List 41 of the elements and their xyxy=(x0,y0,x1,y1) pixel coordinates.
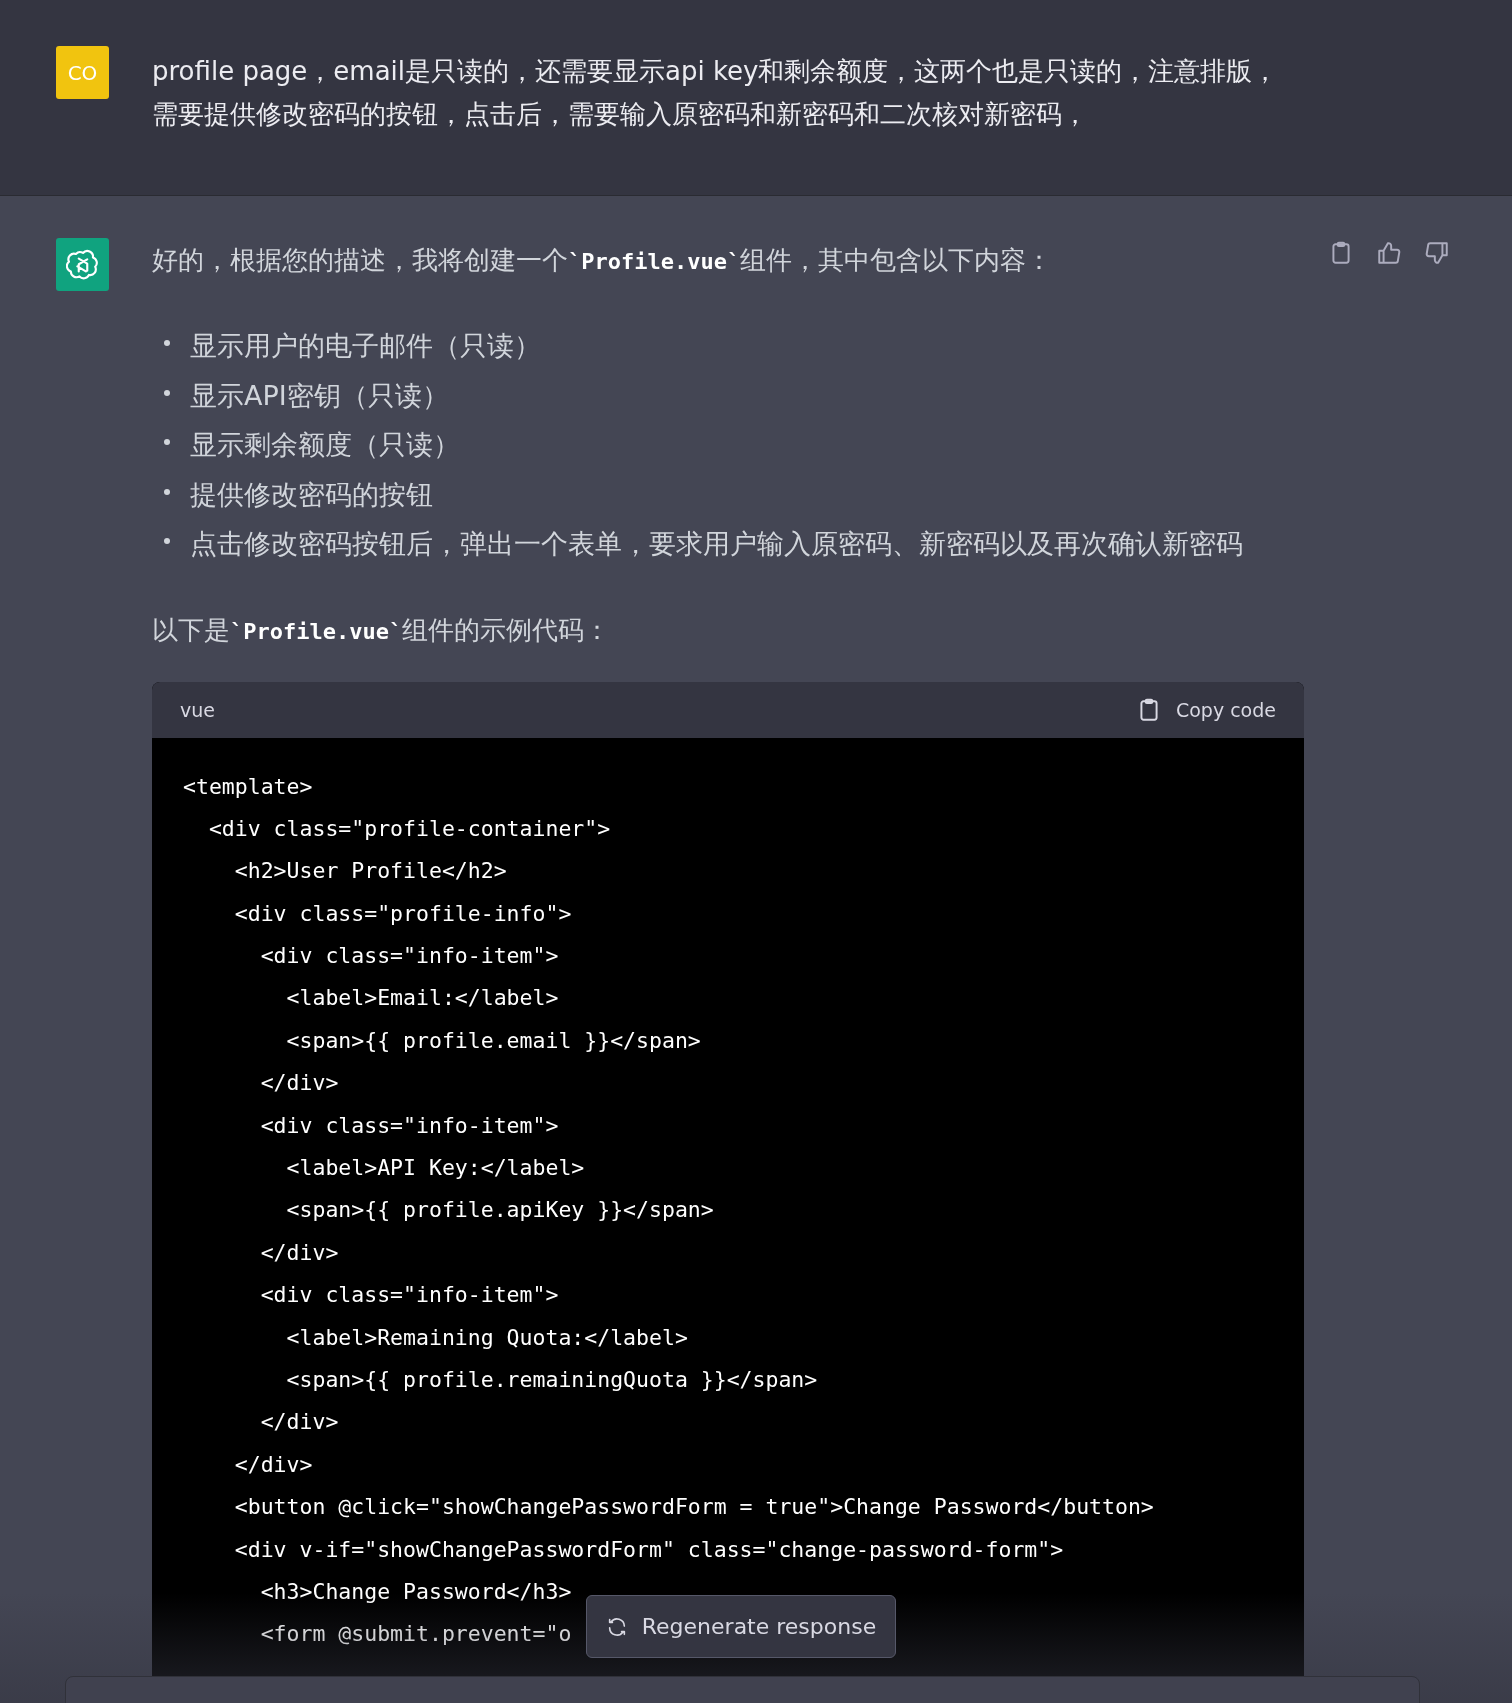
code-line: <template> xyxy=(183,772,313,801)
user-avatar: CO xyxy=(56,46,109,99)
code-line: <div class="profile-container"> xyxy=(207,814,611,843)
bullet-icon xyxy=(164,389,170,396)
code-line: <button @click="showChangePasswordForm = true">Change Password</button> xyxy=(233,1493,1154,1522)
code-line: <span>{{ profile.email }}</span> xyxy=(285,1026,701,1055)
code-line: </div> xyxy=(259,1408,339,1437)
code-line: <div v-if="showChangePasswordForm" class="change-password-form"> xyxy=(233,1535,1064,1564)
code-line: <span>{{ profile.apiKey }}</span> xyxy=(285,1196,714,1225)
code-line: </div> xyxy=(259,1238,339,1267)
regenerate-button[interactable]: Regenerate response xyxy=(586,1595,896,1658)
code-line: <label>API Key:</label> xyxy=(285,1154,585,1182)
code-line: <form @submit.prevent="o xyxy=(259,1620,572,1649)
list-item-text: 显示剩余额度（只读） xyxy=(190,428,460,462)
copy-code-button[interactable]: Copy code xyxy=(1135,696,1276,723)
thumbs-up-icon[interactable] xyxy=(1376,240,1402,266)
message-text: profile page，email是只读的，还需要显示api key和剩余额度，这两个也是只读的，注意排版，需要提供修改密码的按钮，点击后，需要输入原密码和新密码和二次核对新密码， xyxy=(152,55,1280,131)
language-label: vue xyxy=(180,698,215,721)
message-text: 以下是`Profile.vue`组件的示例代码： xyxy=(152,613,612,647)
code-line: <label>Remaining Quota:</label> xyxy=(285,1323,688,1352)
code-line: <div class="info-item"> xyxy=(259,1281,559,1310)
code-line: <h2>User Profile</h2> xyxy=(233,857,507,886)
logo-icon xyxy=(65,247,100,282)
bullet-icon xyxy=(164,340,170,346)
list-item-text: 提供修改密码的按钮 xyxy=(190,477,433,512)
code-line: <label>Email:</label> xyxy=(285,984,559,1013)
bullet-icon xyxy=(164,538,170,544)
thumbs-down-icon[interactable] xyxy=(1424,240,1450,266)
bullet-icon xyxy=(164,439,170,445)
message-text: 好的，根据您的描述，我将创建一个`Profile.vue`组件，其中包含以下内容： xyxy=(152,244,1054,277)
code-line: <span>{{ profile.remainingQuota }}</span> xyxy=(285,1365,818,1394)
code-line: </div> xyxy=(233,1450,313,1479)
list-item-text: 点击修改密码按钮后，弹出一个表单，要求用户输入原密码、新密码以及再次确认新密码 xyxy=(190,527,1243,561)
bullet-icon xyxy=(164,488,170,495)
list-item-text: 显示用户的电子邮件（只读） xyxy=(190,329,541,363)
code-line: <div class="info-item"> xyxy=(259,942,559,971)
list-item-text: 显示API密钥（只读） xyxy=(190,378,449,413)
code-line: <div class="info-item"> xyxy=(259,1111,559,1140)
code-line: <div class="profile-info"> xyxy=(233,899,572,928)
code-line: </div> xyxy=(259,1069,339,1098)
code-line: <h3>Change Password</h3> xyxy=(259,1577,572,1606)
